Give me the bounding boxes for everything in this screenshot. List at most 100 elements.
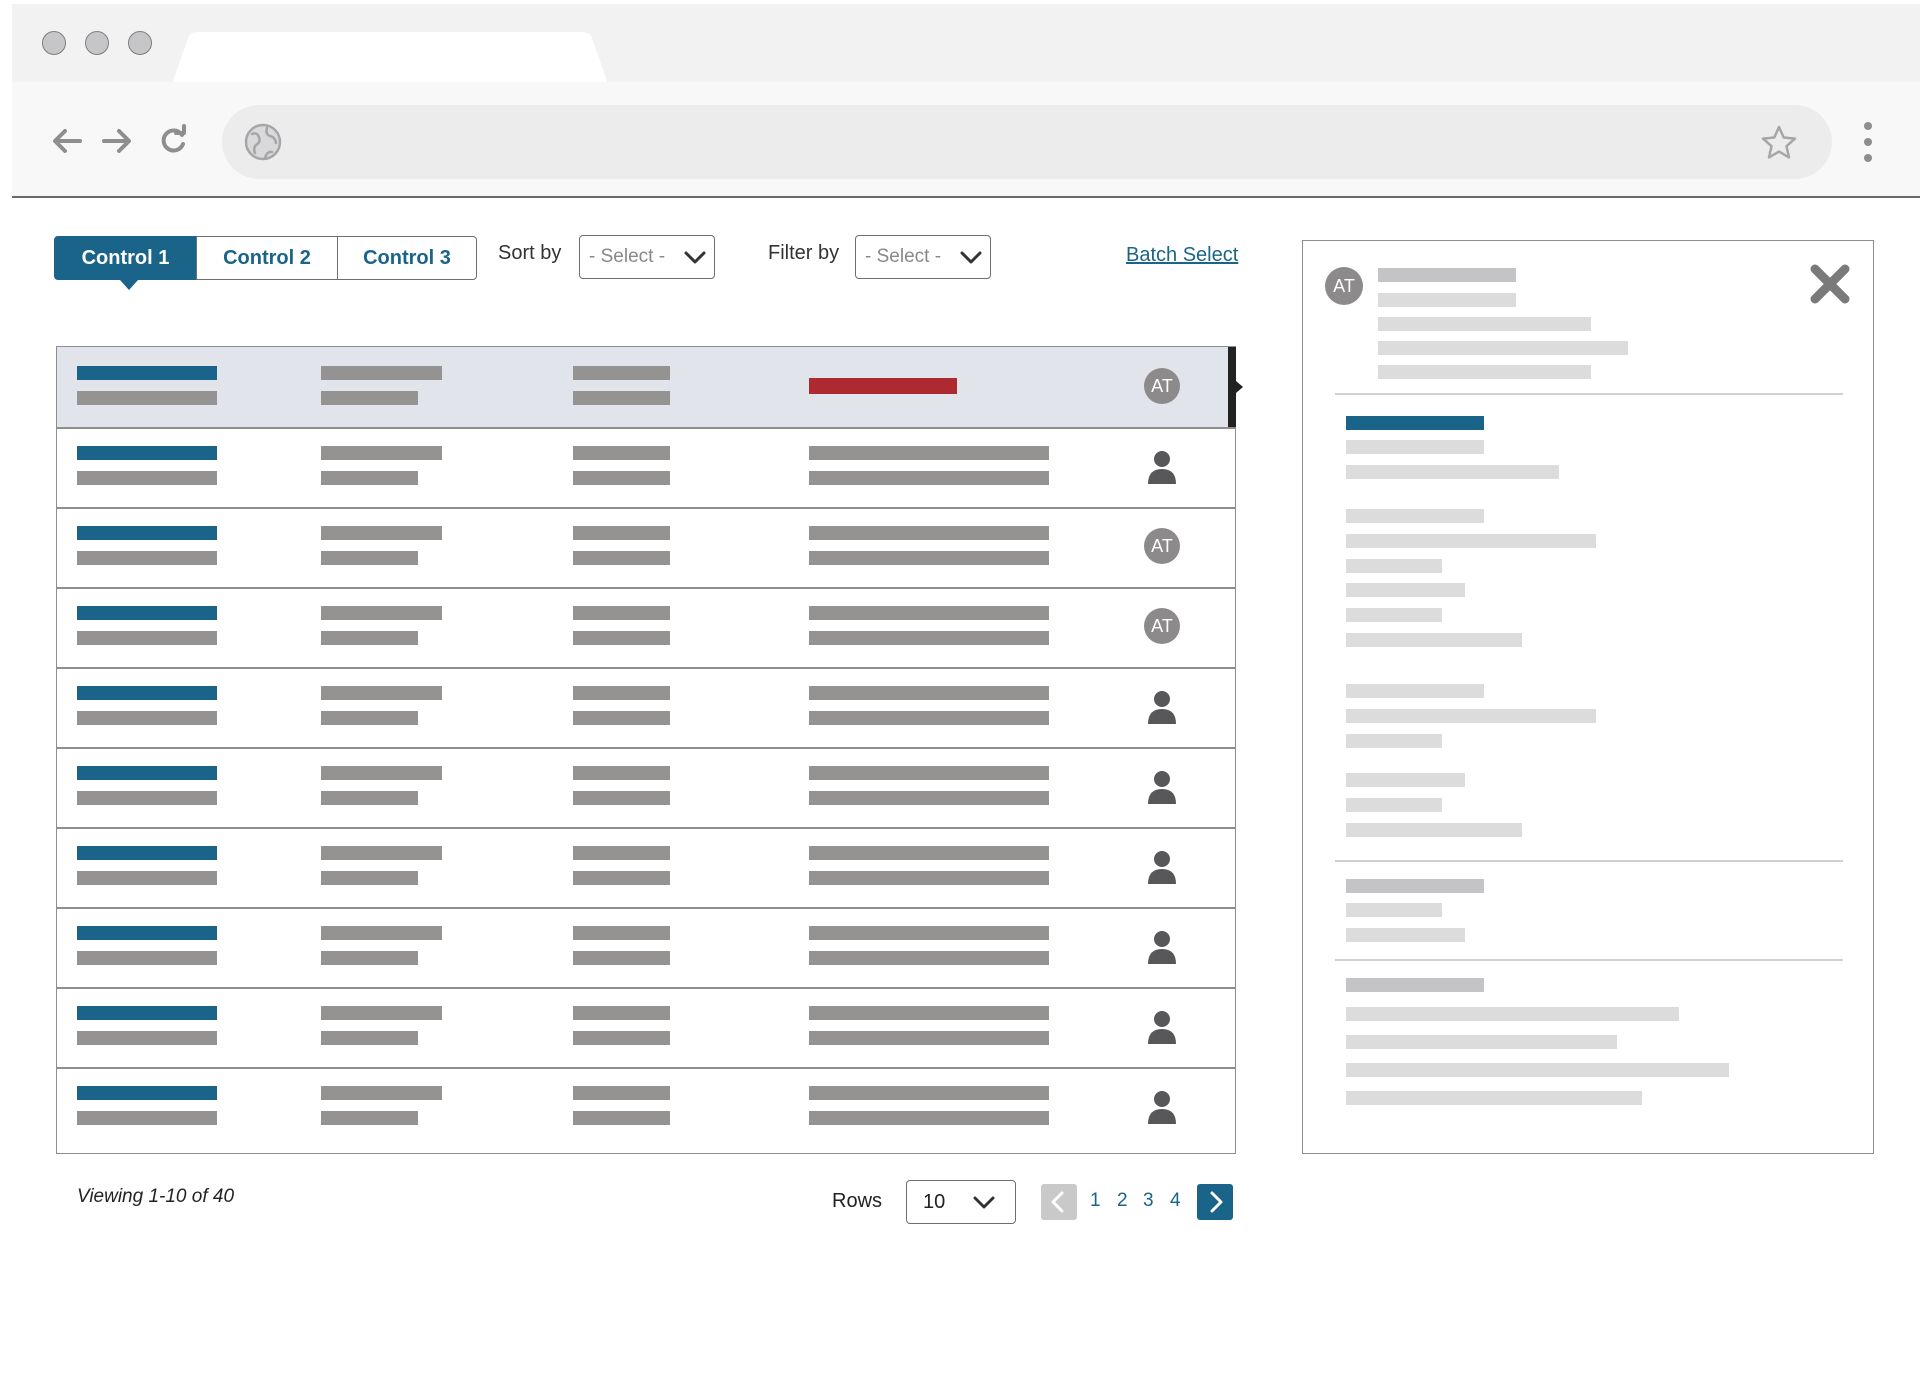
row-cell-line (321, 871, 418, 885)
row-title-line (77, 446, 217, 460)
row-cell-line (573, 791, 670, 805)
tab-control-3[interactable]: Control 3 (337, 236, 477, 280)
panel-text-line (1378, 365, 1591, 379)
panel-section-heading (1346, 978, 1484, 992)
row-cell-line (573, 446, 670, 460)
star-icon[interactable] (1760, 124, 1798, 162)
next-page-button[interactable] (1197, 1184, 1233, 1220)
address-bar[interactable] (222, 105, 1832, 179)
batch-select-link[interactable]: Batch Select (1126, 244, 1238, 267)
table-row[interactable]: AT (57, 587, 1235, 667)
row-cell-line (321, 951, 418, 965)
arrow-right-icon[interactable] (100, 124, 134, 158)
row-subtitle-line (77, 1031, 217, 1045)
row-cell-line (809, 766, 1049, 780)
row-subtitle-line (77, 871, 217, 885)
browser-tab[interactable] (172, 32, 612, 84)
row-divider (57, 747, 1235, 749)
row-cell-line (809, 526, 1049, 540)
chevron-down-icon (684, 251, 706, 264)
table-row[interactable]: AT (57, 347, 1243, 427)
page-link-2[interactable]: 2 (1117, 1190, 1128, 1212)
row-cell-line (809, 446, 1049, 460)
window-maximize-dot[interactable] (128, 31, 152, 55)
row-divider (57, 427, 1235, 429)
row-avatar: AT (1144, 368, 1180, 404)
row-cell-line (573, 551, 670, 565)
prev-page-button[interactable] (1041, 1184, 1077, 1220)
panel-text-line (1346, 534, 1596, 548)
row-cell-line (809, 1006, 1049, 1020)
viewing-count: Viewing 1-10 of 40 (77, 1186, 235, 1207)
page-link-3[interactable]: 3 (1143, 1190, 1154, 1212)
row-cell-line (321, 686, 442, 700)
row-cell-line (809, 1031, 1049, 1045)
row-cell-line (573, 846, 670, 860)
row-divider (57, 827, 1235, 829)
row-avatar: AT (1144, 608, 1180, 644)
window-minimize-dot[interactable] (85, 31, 109, 55)
row-cell-line (809, 1086, 1049, 1100)
sort-select[interactable]: - Select - (579, 235, 715, 279)
table-row[interactable]: AT (57, 507, 1235, 587)
row-divider (57, 667, 1235, 669)
filter-label: Filter by (768, 242, 840, 264)
row-cell-line (321, 711, 418, 725)
table-row[interactable] (57, 667, 1235, 747)
table-row[interactable] (57, 747, 1235, 827)
panel-text-line (1346, 633, 1522, 647)
table-row[interactable] (57, 427, 1235, 507)
row-cell-line (809, 926, 1049, 940)
row-cell-line (573, 1006, 670, 1020)
panel-avatar: AT (1325, 267, 1363, 305)
row-cell-line (809, 1111, 1049, 1125)
page-link-4[interactable]: 4 (1170, 1190, 1181, 1212)
row-subtitle-line (77, 551, 217, 565)
active-tab-caret (120, 280, 138, 290)
person-icon (1148, 931, 1176, 964)
window-close-dot[interactable] (42, 31, 66, 55)
reload-icon[interactable] (156, 124, 190, 158)
panel-divider (1335, 959, 1843, 961)
table-row[interactable] (57, 1067, 1235, 1147)
filter-select[interactable]: - Select - (855, 235, 991, 279)
panel-text-line (1346, 1035, 1617, 1049)
panel-divider (1335, 860, 1843, 862)
page-link-1[interactable]: 1 (1090, 1190, 1101, 1212)
row-cell-line (809, 631, 1049, 645)
sort-label: Sort by (498, 242, 562, 264)
table-row[interactable] (57, 987, 1235, 1067)
row-divider (57, 987, 1235, 989)
row-cell-line (809, 711, 1049, 725)
table-row[interactable] (57, 907, 1235, 987)
row-divider (57, 507, 1235, 509)
row-cell-line (573, 871, 670, 885)
row-title-line (77, 766, 217, 780)
table-row[interactable] (57, 827, 1235, 907)
row-subtitle-line (77, 951, 217, 965)
row-subtitle-line (77, 1111, 217, 1125)
row-cell-line (573, 471, 670, 485)
kebab-menu-icon[interactable] (1862, 120, 1874, 164)
panel-text-line (1346, 559, 1442, 573)
panel-divider (1335, 393, 1843, 395)
row-cell-line (573, 631, 670, 645)
sort-select-value: - Select - (589, 246, 666, 267)
row-cell-line (573, 951, 670, 965)
person-icon (1148, 451, 1176, 484)
person-icon (1148, 1091, 1176, 1124)
row-cell-line (321, 446, 442, 460)
arrow-left-icon[interactable] (50, 124, 84, 158)
row-cell-line (321, 1006, 442, 1020)
row-cell-line (573, 391, 670, 405)
rows-per-page-select[interactable]: 10 (906, 1180, 1016, 1224)
row-cell-line (573, 526, 670, 540)
row-subtitle-line (77, 711, 217, 725)
tab-control-2[interactable]: Control 2 (196, 236, 338, 280)
panel-text-line (1346, 684, 1484, 698)
selected-row-indicator-tip (1236, 381, 1243, 393)
close-icon[interactable] (1809, 263, 1851, 305)
panel-title-line (1378, 268, 1516, 282)
tab-control-1[interactable]: Control 1 (54, 236, 197, 280)
row-title-line (77, 606, 217, 620)
